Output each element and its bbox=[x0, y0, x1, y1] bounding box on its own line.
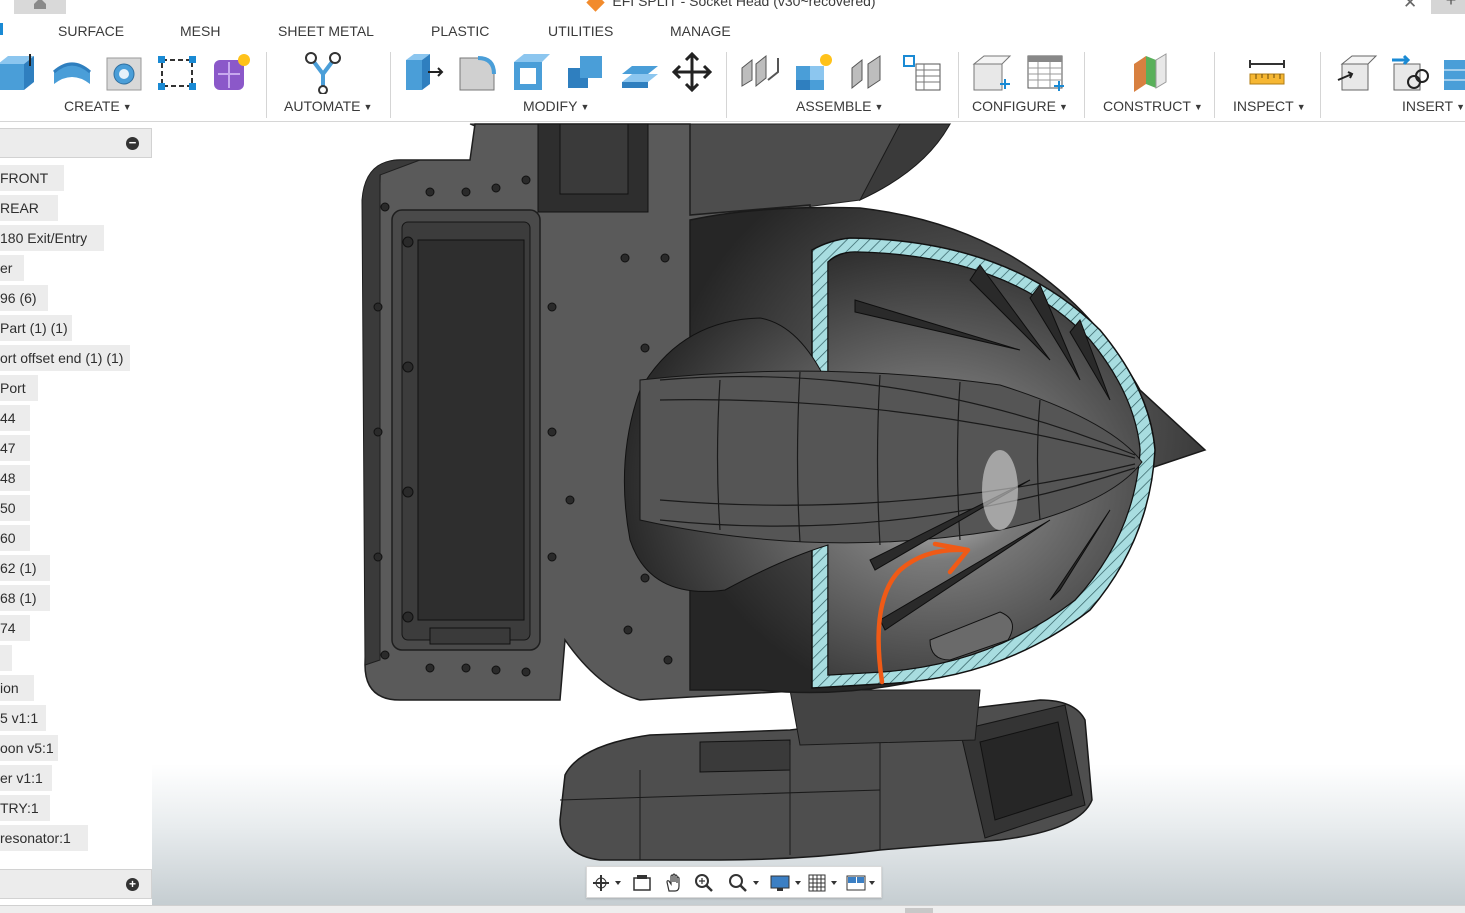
tab-sheet-metal[interactable]: SHEET METAL bbox=[278, 23, 374, 39]
browser-item[interactable]: ort offset end (1) (1) bbox=[0, 345, 130, 371]
insert-link-icon[interactable] bbox=[1388, 50, 1432, 94]
automate-menu[interactable]: AUTOMATE ▼ bbox=[284, 98, 372, 114]
browser-item[interactable]: 5 v1:1 bbox=[0, 705, 46, 731]
browser-item[interactable]: Part (1) (1) bbox=[0, 315, 72, 341]
fillet-icon[interactable] bbox=[456, 50, 500, 94]
browser-item[interactable]: 60 bbox=[0, 525, 30, 551]
shell-icon[interactable] bbox=[510, 50, 554, 94]
new-component-icon[interactable] bbox=[792, 50, 836, 94]
ribbon: CREATE ▼ AUTOMATE ▼ MODIFY ▼ ASSEMBLE ▼ … bbox=[0, 44, 1465, 122]
browser-item[interactable]: TRY:1 bbox=[0, 795, 50, 821]
sketch-icon[interactable] bbox=[156, 50, 200, 94]
fusion-app: EFI SPLIT - Socket Head (v30~recovered) … bbox=[0, 0, 1465, 913]
orbit-icon[interactable] bbox=[591, 873, 621, 893]
expand-icon[interactable]: + bbox=[126, 878, 139, 891]
tab-mesh[interactable]: MESH bbox=[180, 23, 220, 39]
new-tab-button[interactable]: + bbox=[1431, 0, 1465, 14]
sweep-icon[interactable] bbox=[50, 50, 94, 94]
browser-item[interactable]: 74 bbox=[0, 615, 30, 641]
ribbon-separator bbox=[1320, 52, 1321, 118]
insert-derive-icon[interactable] bbox=[1334, 50, 1378, 94]
browser-item[interactable]: 180 Exit/Entry bbox=[0, 225, 104, 251]
browser-item[interactable]: 50 bbox=[0, 495, 30, 521]
browser-item[interactable] bbox=[0, 645, 12, 671]
insert-mesh-icon[interactable] bbox=[1440, 50, 1465, 94]
canvas-viewport[interactable] bbox=[152, 122, 1465, 905]
comments-panel[interactable]: + bbox=[0, 869, 152, 899]
tab-manage[interactable]: MANAGE bbox=[670, 23, 731, 39]
browser-item[interactable]: er v1:1 bbox=[0, 765, 52, 791]
table-icon[interactable] bbox=[900, 50, 944, 94]
browser-item[interactable]: 48 bbox=[0, 465, 30, 491]
ribbon-separator bbox=[390, 52, 391, 118]
browser-item[interactable]: 62 (1) bbox=[0, 555, 50, 581]
status-bar bbox=[0, 905, 1465, 913]
pan-icon[interactable] bbox=[663, 873, 689, 893]
insert-menu[interactable]: INSERT ▼ bbox=[1402, 98, 1465, 114]
hole-icon[interactable] bbox=[103, 50, 147, 94]
navigation-bar bbox=[586, 866, 882, 898]
browser-item[interactable]: resonator:1 bbox=[0, 825, 88, 851]
press-pull-icon[interactable] bbox=[402, 50, 446, 94]
viewports-icon[interactable] bbox=[845, 873, 875, 893]
configure-menu[interactable]: CONFIGURE ▼ bbox=[972, 98, 1068, 114]
ribbon-separator bbox=[726, 52, 727, 118]
configure-icon[interactable] bbox=[970, 50, 1014, 94]
browser-item[interactable]: oon v5:1 bbox=[0, 735, 58, 761]
collapse-icon[interactable]: − bbox=[126, 136, 139, 150]
browser-item[interactable]: REAR bbox=[0, 195, 58, 221]
browser-item[interactable]: ion bbox=[0, 675, 34, 701]
ribbon-separator bbox=[958, 52, 959, 118]
toolbar-tabs: SURFACE MESH SHEET METAL PLASTIC UTILITI… bbox=[0, 14, 1465, 44]
move-icon[interactable] bbox=[670, 50, 714, 94]
browser-header[interactable]: − bbox=[0, 128, 152, 158]
tab-plastic[interactable]: PLASTIC bbox=[431, 23, 489, 39]
joint-icon[interactable] bbox=[738, 50, 782, 94]
browser-item[interactable]: 96 (6) bbox=[0, 285, 48, 311]
assemble-menu[interactable]: ASSEMBLE ▼ bbox=[796, 98, 883, 114]
model-render bbox=[361, 123, 1207, 861]
title-bar: EFI SPLIT - Socket Head (v30~recovered) … bbox=[0, 0, 1465, 14]
automate-icon[interactable] bbox=[303, 50, 347, 95]
file-icon bbox=[586, 0, 606, 12]
browser-item[interactable]: Port bbox=[0, 375, 38, 401]
ribbon-separator bbox=[1214, 52, 1215, 118]
modify-menu[interactable]: MODIFY ▼ bbox=[523, 98, 589, 114]
timeline-handle[interactable] bbox=[905, 908, 933, 913]
ribbon-separator bbox=[266, 52, 267, 118]
create-form-icon[interactable] bbox=[210, 50, 254, 94]
display-settings-icon[interactable] bbox=[769, 873, 801, 893]
browser-item[interactable]: 47 bbox=[0, 435, 30, 461]
look-at-icon[interactable] bbox=[631, 873, 657, 893]
combine-icon[interactable] bbox=[564, 50, 608, 94]
inspect-menu[interactable]: INSPECT ▼ bbox=[1233, 98, 1306, 114]
browser-item[interactable]: FRONT bbox=[0, 165, 64, 191]
zoom-icon[interactable] bbox=[693, 873, 719, 893]
extrude-icon[interactable] bbox=[0, 50, 38, 94]
close-icon[interactable]: ✕ bbox=[1403, 0, 1417, 13]
plane-icon[interactable] bbox=[1128, 50, 1172, 94]
ribbon-separator bbox=[1084, 52, 1085, 118]
browser-item[interactable]: 68 (1) bbox=[0, 585, 50, 611]
document-title: EFI SPLIT - Socket Head (v30~recovered) bbox=[0, 0, 1465, 12]
configuration-table-icon[interactable] bbox=[1024, 50, 1068, 94]
browser-item[interactable]: 44 bbox=[0, 405, 30, 431]
fit-icon[interactable] bbox=[727, 873, 759, 893]
construct-menu[interactable]: CONSTRUCT ▼ bbox=[1103, 98, 1203, 114]
tab-utilities[interactable]: UTILITIES bbox=[548, 23, 613, 39]
offset-face-icon[interactable] bbox=[618, 50, 662, 94]
browser-item[interactable]: er bbox=[0, 255, 24, 281]
create-menu[interactable]: CREATE ▼ bbox=[64, 98, 132, 114]
grid-icon[interactable] bbox=[807, 873, 837, 893]
measure-icon[interactable] bbox=[1246, 50, 1290, 94]
tab-solid-active[interactable] bbox=[0, 23, 6, 35]
tab-surface[interactable]: SURFACE bbox=[58, 23, 124, 39]
as-built-joint-icon[interactable] bbox=[846, 50, 890, 94]
